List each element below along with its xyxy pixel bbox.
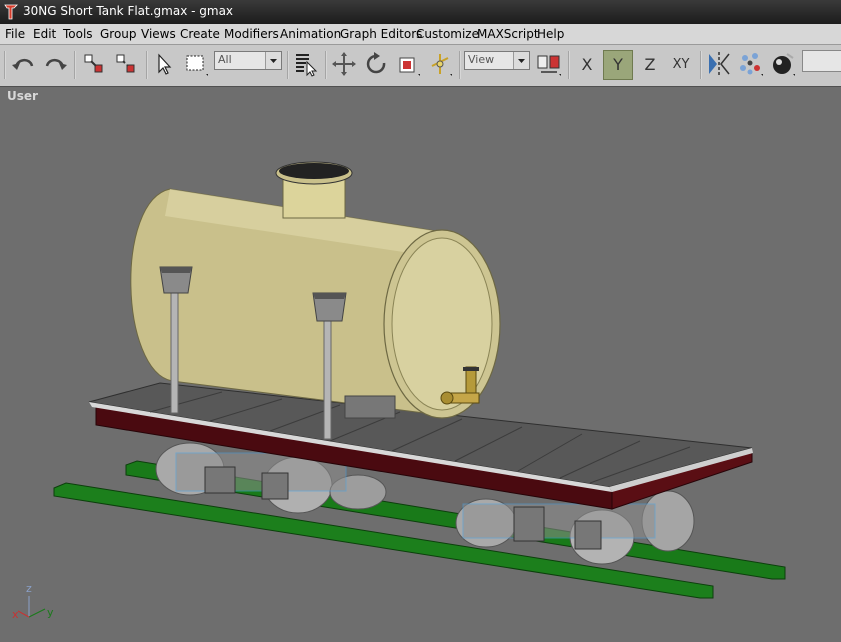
chevron-down-icon bbox=[265, 52, 281, 69]
restrict-to-xy-button[interactable]: XY bbox=[666, 50, 696, 80]
toolbar-input-field[interactable] bbox=[802, 50, 841, 72]
axis-gizmo bbox=[17, 596, 46, 618]
menu-bar: File Edit Tools Group Views Create Modif… bbox=[0, 24, 841, 45]
toolbar-separator bbox=[568, 51, 570, 79]
toolbar-separator bbox=[459, 51, 461, 79]
axis-y-label: y bbox=[47, 606, 54, 619]
axis-z-label: z bbox=[26, 582, 32, 595]
select-by-name-icon[interactable] bbox=[292, 50, 320, 78]
user-viewport[interactable]: User z y x bbox=[0, 86, 841, 642]
menu-file[interactable]: File bbox=[5, 27, 25, 41]
select-and-move-icon[interactable] bbox=[330, 50, 358, 78]
reference-coordinate-value: View bbox=[468, 53, 495, 66]
reference-coordinate-dropdown[interactable]: View bbox=[464, 51, 530, 70]
redo-icon[interactable] bbox=[41, 50, 69, 78]
window-title: 30NG Short Tank Flat.gmax - gmax bbox=[23, 4, 234, 18]
select-object-icon[interactable] bbox=[150, 50, 178, 78]
menu-customize[interactable]: Customize bbox=[416, 27, 479, 41]
menu-create[interactable]: Create bbox=[180, 27, 220, 41]
use-pivot-point-center-icon[interactable] bbox=[426, 50, 454, 78]
menu-modifiers[interactable]: Modifiers bbox=[224, 27, 279, 41]
axis-x-label: x bbox=[12, 608, 19, 621]
toolbar-separator bbox=[146, 51, 148, 79]
toolbar-separator bbox=[287, 51, 289, 79]
menu-edit[interactable]: Edit bbox=[33, 27, 56, 41]
select-and-link-icon[interactable] bbox=[80, 50, 108, 78]
main-toolbar: All View X Y Z XY bbox=[0, 45, 841, 87]
material-editor-icon[interactable] bbox=[769, 50, 797, 78]
menu-help[interactable]: Help bbox=[537, 27, 564, 41]
toolbar-separator bbox=[74, 51, 76, 79]
menu-views[interactable]: Views bbox=[141, 27, 176, 41]
selection-filter-value: All bbox=[218, 53, 232, 66]
rectangular-selection-region-icon[interactable] bbox=[182, 50, 210, 78]
scene-canvas[interactable]: z y x bbox=[0, 87, 841, 642]
gmax-logo-icon bbox=[4, 4, 18, 20]
toolbar-separator bbox=[700, 51, 702, 79]
toolbar-separator bbox=[325, 51, 327, 79]
restrict-to-x-button[interactable]: X bbox=[572, 50, 602, 80]
array-icon[interactable] bbox=[737, 50, 765, 78]
selection-filter-dropdown[interactable]: All bbox=[214, 51, 282, 70]
menu-maxscript[interactable]: MAXScript bbox=[477, 27, 539, 41]
undo-icon[interactable] bbox=[10, 50, 38, 78]
chevron-down-icon bbox=[513, 52, 529, 69]
unlink-selection-icon[interactable] bbox=[112, 50, 140, 78]
mirror-selected-objects-icon[interactable] bbox=[535, 50, 563, 78]
menu-group[interactable]: Group bbox=[100, 27, 137, 41]
restrict-to-z-button[interactable]: Z bbox=[635, 50, 665, 80]
mirror-axis-icon[interactable] bbox=[705, 50, 733, 78]
menu-tools[interactable]: Tools bbox=[63, 27, 93, 41]
toolbar-separator bbox=[4, 51, 6, 79]
menu-graph-editors[interactable]: Graph Editors bbox=[340, 27, 422, 41]
menu-animation[interactable]: Animation bbox=[280, 27, 341, 41]
restrict-to-y-button[interactable]: Y bbox=[603, 50, 633, 80]
title-bar: 30NG Short Tank Flat.gmax - gmax bbox=[0, 0, 841, 24]
select-and-scale-icon[interactable] bbox=[394, 50, 422, 78]
select-and-rotate-icon[interactable] bbox=[362, 50, 390, 78]
